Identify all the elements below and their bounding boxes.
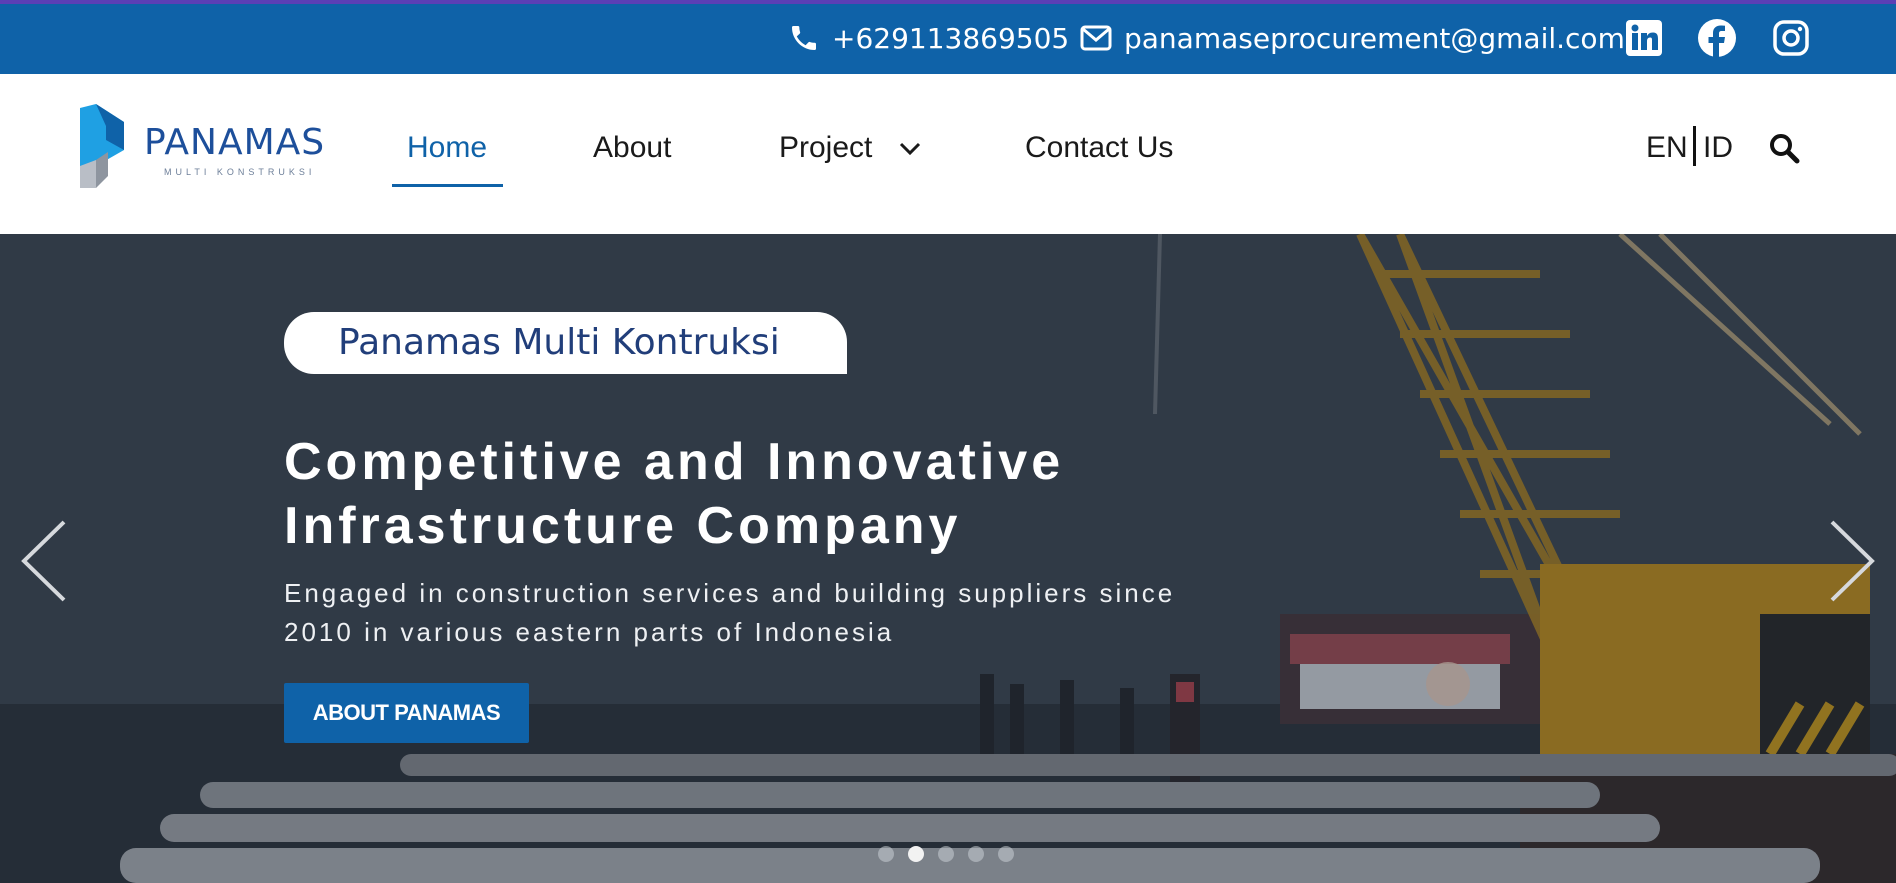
logo-tagline: MULTI KONSTRUKSI: [164, 167, 316, 177]
phone-contact[interactable]: +629113869505: [788, 18, 1069, 58]
hero-subtitle-line2: 2010 in various eastern parts of Indones…: [284, 617, 895, 647]
hero-slider: Panamas Multi Kontruksi Competitive and …: [0, 234, 1896, 883]
lang-en[interactable]: EN: [1646, 128, 1688, 168]
chevron-down-icon[interactable]: [898, 136, 922, 160]
linkedin-icon: [1626, 20, 1662, 56]
about-panamas-button[interactable]: ABOUT PANAMAS: [284, 683, 529, 743]
top-contact-bar: +629113869505 panamaseprocurement@gmail.…: [0, 0, 1896, 74]
slider-prev-arrow-icon[interactable]: [14, 516, 74, 606]
hero-subtitle: Engaged in construction services and bui…: [284, 574, 1264, 652]
logo[interactable]: PANAMAS MULTI KONSTRUKSI: [76, 104, 326, 194]
linkedin-link[interactable]: [1624, 18, 1664, 58]
phone-icon: [792, 26, 816, 50]
phone-number[interactable]: +629113869505: [832, 22, 1069, 55]
slider-pagination: [878, 846, 1014, 862]
email-contact[interactable]: panamaseprocurement@gmail.com: [1080, 18, 1625, 58]
slider-dot[interactable]: [938, 846, 954, 862]
nav-about[interactable]: About: [593, 128, 671, 168]
instagram-link[interactable]: [1771, 18, 1811, 58]
main-header: PANAMAS MULTI KONSTRUKSI Home About Proj…: [0, 74, 1896, 234]
nav-project[interactable]: Project: [779, 128, 872, 168]
logo-mark-icon: [80, 104, 124, 188]
envelope-icon: [1080, 25, 1112, 51]
facebook-icon: [1698, 19, 1736, 57]
facebook-link[interactable]: [1697, 18, 1737, 58]
search-icon[interactable]: [1768, 132, 1800, 164]
company-badge: Panamas Multi Kontruksi: [284, 312, 847, 374]
slider-next-arrow-icon[interactable]: [1822, 516, 1882, 606]
email-address[interactable]: panamaseprocurement@gmail.com: [1124, 22, 1625, 55]
lang-id[interactable]: ID: [1703, 128, 1733, 168]
hero-headline-line2: Infrastructure Company: [284, 497, 962, 555]
nav-home[interactable]: Home: [407, 128, 487, 168]
company-badge-text: Panamas Multi Kontruksi: [338, 322, 780, 363]
logo-wordmark: PANAMAS: [144, 122, 326, 163]
lang-divider: [1693, 126, 1696, 166]
slider-dot[interactable]: [968, 846, 984, 862]
hero-subtitle-line1: Engaged in construction services and bui…: [284, 578, 1176, 608]
hero-headline: Competitive and Innovative Infrastructur…: [284, 430, 1284, 558]
hero-headline-line1: Competitive and Innovative: [284, 433, 1065, 491]
instagram-icon: [1773, 20, 1809, 56]
nav-active-indicator: [392, 184, 503, 187]
nav-contact-us[interactable]: Contact Us: [1025, 128, 1173, 168]
hero-dark-overlay: [0, 234, 1896, 883]
slider-dot[interactable]: [878, 846, 894, 862]
slider-dot-active[interactable]: [908, 846, 924, 862]
nav-project-label: Project: [779, 131, 873, 164]
slider-dot[interactable]: [998, 846, 1014, 862]
